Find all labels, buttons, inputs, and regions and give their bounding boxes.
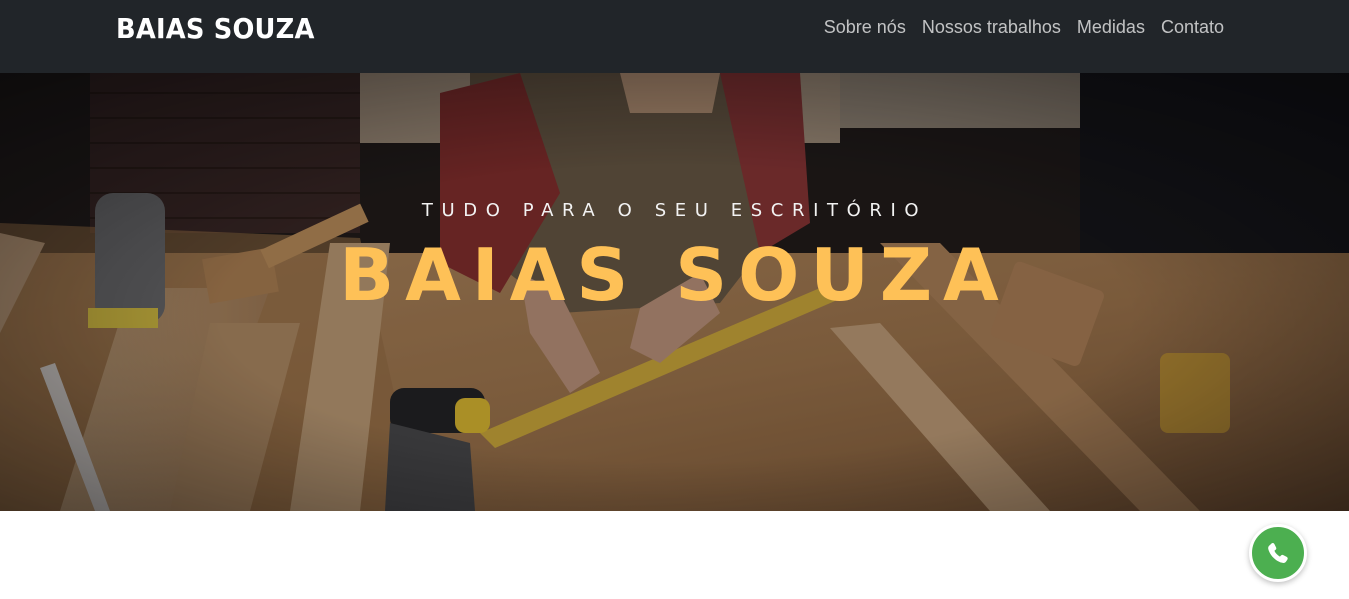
hero-subtitle: Tudo para o seu escritório [421,200,928,221]
nav-link-nossos-trabalhos[interactable]: Nossos trabalhos [922,17,1061,38]
whatsapp-button[interactable] [1249,524,1307,582]
top-navbar: BAIAS SOUZA Sobre nós Nossos trabalhos M… [0,0,1349,73]
hero-section: Tudo para o seu escritório BAIAS SOUZA [0,73,1349,511]
nav-link-medidas[interactable]: Medidas [1077,17,1145,38]
hero-headline: BAIAS SOUZA [339,233,1010,317]
nav-link-contato[interactable]: Contato [1161,17,1224,38]
brand-logo[interactable]: BAIAS SOUZA [116,12,315,45]
nav-links: Sobre nós Nossos trabalhos Medidas Conta… [824,17,1224,38]
nav-link-sobre-nos[interactable]: Sobre nós [824,17,906,38]
whatsapp-icon [1268,543,1288,563]
